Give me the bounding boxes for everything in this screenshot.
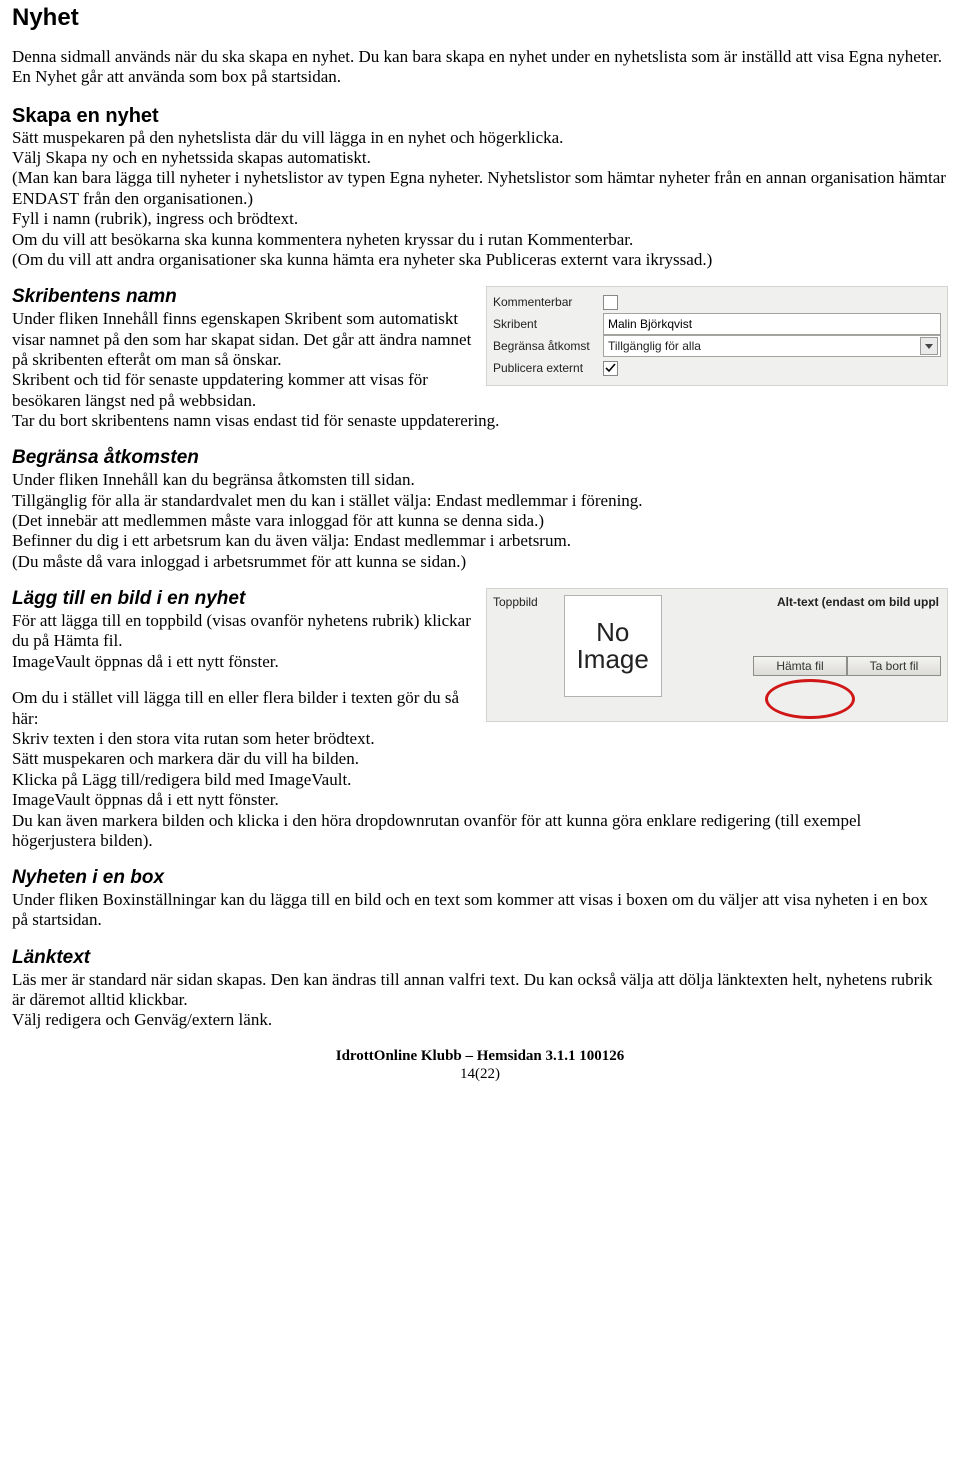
body-text: Fyll i namn (rubrik), ingress och brödte…	[12, 209, 948, 229]
heading-nyhet: Nyhet	[12, 4, 948, 33]
body-text: Klicka på Lägg till/redigera bild med Im…	[12, 770, 948, 790]
kommenterbar-label: Kommenterbar	[493, 295, 599, 309]
publicera-externt-label: Publicera externt	[493, 361, 599, 375]
page-footer: IdrottOnline Klubb – Hemsidan 3.1.1 1001…	[12, 1047, 948, 1083]
footer-title: IdrottOnline Klubb – Hemsidan 3.1.1 1001…	[12, 1047, 948, 1065]
body-text: Om du vill att besökarna ska kunna komme…	[12, 230, 948, 250]
begransa-atkomst-label: Begränsa åtkomst	[493, 339, 599, 353]
heading-skapa-en-nyhet: Skapa en nyhet	[12, 104, 948, 128]
body-text: Välj redigera och Genväg/extern länk.	[12, 1010, 948, 1030]
body-text: Sätt muspekaren på den nyhetslista där d…	[12, 128, 948, 148]
no-image-text: No	[596, 619, 629, 646]
body-text: Befinner du dig i ett arbetsrum kan du ä…	[12, 531, 948, 551]
body-text: Skriv texten i den stora vita rutan som …	[12, 729, 948, 749]
toppbild-label: Toppbild	[493, 595, 538, 609]
footer-page-number: 14(22)	[12, 1065, 948, 1083]
body-text: Läs mer är standard när sidan skapas. De…	[12, 970, 948, 1011]
kommenterbar-checkbox[interactable]	[603, 295, 618, 310]
chevron-down-icon	[920, 337, 938, 355]
toppbild-panel: Toppbild No Image Alt-text (endast om bi…	[486, 588, 948, 722]
no-image-placeholder: No Image	[564, 595, 662, 697]
body-text: (Man kan bara lägga till nyheter i nyhet…	[12, 168, 948, 209]
body-text: ImageVault öppnas då i ett nytt fönster.	[12, 790, 948, 810]
ta-bort-fil-button[interactable]: Ta bort fil	[847, 656, 941, 676]
properties-panel: Kommenterbar Skribent Begränsa åtkomst T…	[486, 286, 948, 386]
hamta-fil-button[interactable]: Hämta fil	[753, 656, 847, 676]
skribent-input[interactable]	[603, 313, 941, 335]
body-text: Välj Skapa ny och en nyhetssida skapas a…	[12, 148, 948, 168]
alt-text-label: Alt-text (endast om bild uppl	[688, 595, 941, 609]
begransa-atkomst-select[interactable]: Tillgänglig för alla	[603, 335, 941, 357]
intro-paragraph: Denna sidmall används när du ska skapa e…	[12, 47, 948, 88]
body-text: (Om du vill att andra organisationer ska…	[12, 250, 948, 270]
body-text: Tar du bort skribentens namn visas endas…	[12, 411, 948, 431]
heading-begransa-atkomsten: Begränsa åtkomsten	[12, 447, 948, 470]
body-text: Under fliken Innehåll kan du begränsa åt…	[12, 470, 948, 490]
skribent-label: Skribent	[493, 317, 599, 331]
body-text: Under fliken Boxinställningar kan du läg…	[12, 890, 948, 931]
heading-lanktext: Länktext	[12, 947, 948, 970]
no-image-text: Image	[577, 646, 649, 673]
body-text: Du kan även markera bilden och klicka i …	[12, 811, 948, 852]
body-text: (Det innebär att medlemmen måste vara in…	[12, 511, 948, 531]
heading-nyheten-i-en-box: Nyheten i en box	[12, 867, 948, 890]
body-text: (Du måste då vara inloggad i arbetsrumme…	[12, 552, 948, 572]
body-text: Sätt muspekaren och markera där du vill …	[12, 749, 948, 769]
body-text: Tillgänglig för alla är standardvalet me…	[12, 491, 948, 511]
publicera-externt-checkbox[interactable]	[603, 361, 618, 376]
select-value: Tillgänglig för alla	[608, 339, 701, 353]
